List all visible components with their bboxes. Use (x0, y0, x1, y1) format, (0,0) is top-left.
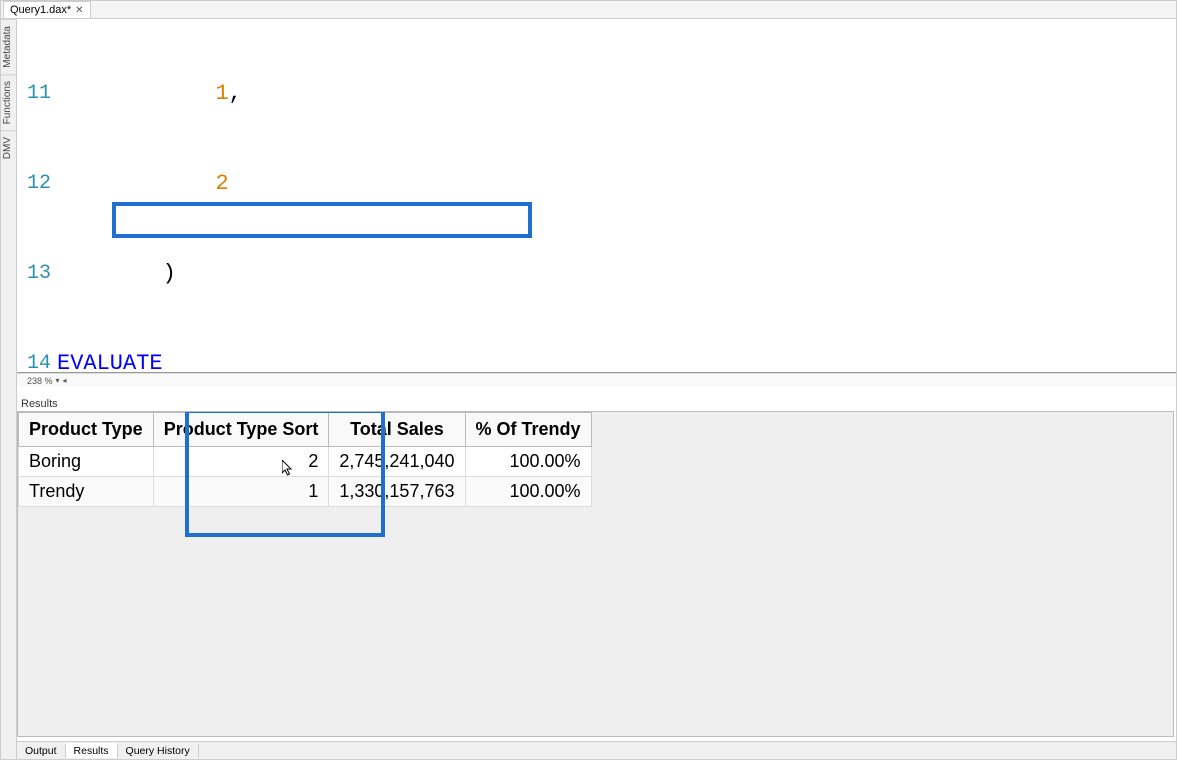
scroll-left-icon[interactable]: ◂ (63, 376, 67, 385)
results-pane[interactable]: Product Type Product Type Sort Total Sal… (17, 411, 1174, 737)
cell: 1,330,157,763 (329, 477, 465, 507)
line-number: 14 (17, 349, 57, 373)
cell: 100.00% (465, 477, 591, 507)
cell: Trendy (19, 477, 154, 507)
editor-zoom-bar: 238 % ▾ ◂ (17, 373, 1176, 387)
line-number: 12 (17, 169, 57, 199)
line-number: 13 (17, 259, 57, 289)
grid-row[interactable]: Trendy 1 1,330,157,763 100.00% (19, 477, 592, 507)
bottomtab-output[interactable]: Output (17, 744, 66, 758)
close-icon[interactable]: ✕ (75, 5, 83, 16)
bottomtab-query-history[interactable]: Query History (118, 744, 199, 758)
sidetab-metadata[interactable]: Metadata (1, 19, 16, 74)
document-tabstrip: Query1.dax* ✕ (1, 1, 1176, 19)
document-tab-title: Query1.dax* (10, 4, 71, 16)
cell: 2,745,241,040 (329, 447, 465, 477)
results-grid: Product Type Product Type Sort Total Sal… (18, 412, 592, 507)
grid-row[interactable]: Boring 2 2,745,241,040 100.00% (19, 447, 592, 477)
results-panel-label: Results (17, 397, 62, 411)
code-editor[interactable]: 11 1, 12 2 13 ) 14EVALUATE 15SUMMARIZECO… (17, 19, 1176, 373)
document-tab-query1[interactable]: Query1.dax* ✕ (3, 1, 91, 18)
col-pct-of-trendy[interactable]: % Of Trendy (465, 413, 591, 447)
cell: 100.00% (465, 447, 591, 477)
bottomtab-results[interactable]: Results (66, 743, 118, 758)
cell: Boring (19, 447, 154, 477)
col-total-sales[interactable]: Total Sales (329, 413, 465, 447)
dax-studio-window: Query1.dax* ✕ Metadata Functions DMV 11 … (0, 0, 1177, 760)
side-tool-tabs: Metadata Functions DMV (1, 19, 17, 759)
col-product-type[interactable]: Product Type (19, 413, 154, 447)
grid-header-row: Product Type Product Type Sort Total Sal… (19, 413, 592, 447)
col-product-type-sort[interactable]: Product Type Sort (153, 413, 329, 447)
cell: 1 (153, 477, 329, 507)
line-number: 11 (17, 79, 57, 109)
sidetab-functions[interactable]: Functions (1, 74, 16, 130)
sidetab-dmv[interactable]: DMV (1, 130, 16, 165)
bottom-tabstrip: Output Results Query History (17, 741, 1176, 759)
zoom-dropdown-icon[interactable]: ▾ (56, 376, 60, 385)
zoom-level[interactable]: 238 % (27, 376, 53, 386)
cell: 2 (153, 447, 329, 477)
